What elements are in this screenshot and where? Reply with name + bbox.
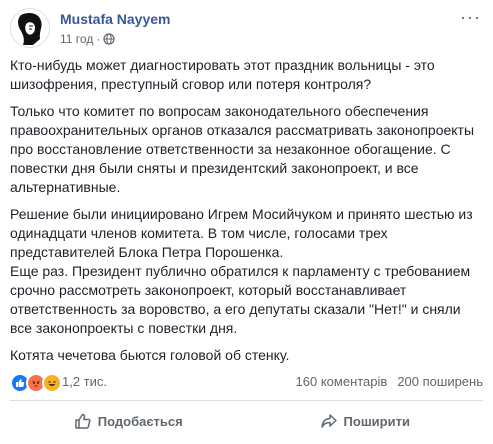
post-paragraph: Решение были инициировано Игрем Мосийчук…	[10, 206, 473, 336]
post-body: Кто-нибудь может диагностировать этот пр…	[10, 56, 478, 373]
facebook-post: Mustafa Nayyem 11 год · ··· Кто-нибудь м…	[0, 0, 493, 444]
share-button[interactable]: Поширити	[247, 404, 484, 438]
post-header: Mustafa Nayyem 11 год · ···	[10, 8, 483, 48]
share-count[interactable]: 200 поширень	[397, 374, 483, 389]
avatar[interactable]	[10, 8, 50, 48]
separator-dot: ·	[96, 32, 101, 46]
reactions-bar: 1,2 тис. 160 коментарів 200 поширень	[10, 370, 483, 396]
thumbs-up-icon	[75, 413, 91, 429]
comment-count[interactable]: 160 коментарів	[296, 374, 388, 389]
action-bar: Подобається Поширити	[10, 404, 483, 438]
post-meta: 11 год ·	[60, 32, 115, 46]
avatar-portrait-icon	[11, 9, 49, 47]
post-timestamp[interactable]: 11 год	[60, 32, 93, 46]
post-stats: 160 коментарів 200 поширень	[296, 374, 483, 389]
divider	[10, 400, 483, 401]
like-button-label: Подобається	[97, 413, 183, 429]
post-paragraph: Кто-нибудь может диагностировать этот пр…	[10, 57, 435, 92]
more-options-icon[interactable]: ···	[460, 8, 481, 26]
author-name[interactable]: Mustafa Nayyem	[60, 11, 171, 27]
reaction-icons[interactable]	[10, 373, 62, 393]
post-paragraph: Только что комитет по вопросам законодат…	[10, 103, 475, 195]
post-paragraph: Котята чечетова бьются головой об стенку…	[10, 347, 290, 363]
like-button[interactable]: Подобається	[10, 404, 247, 438]
haha-icon[interactable]	[42, 373, 62, 393]
share-arrow-icon	[320, 414, 337, 428]
globe-icon[interactable]	[103, 33, 115, 45]
share-button-label: Поширити	[343, 413, 410, 429]
reaction-count[interactable]: 1,2 тис.	[62, 374, 107, 389]
